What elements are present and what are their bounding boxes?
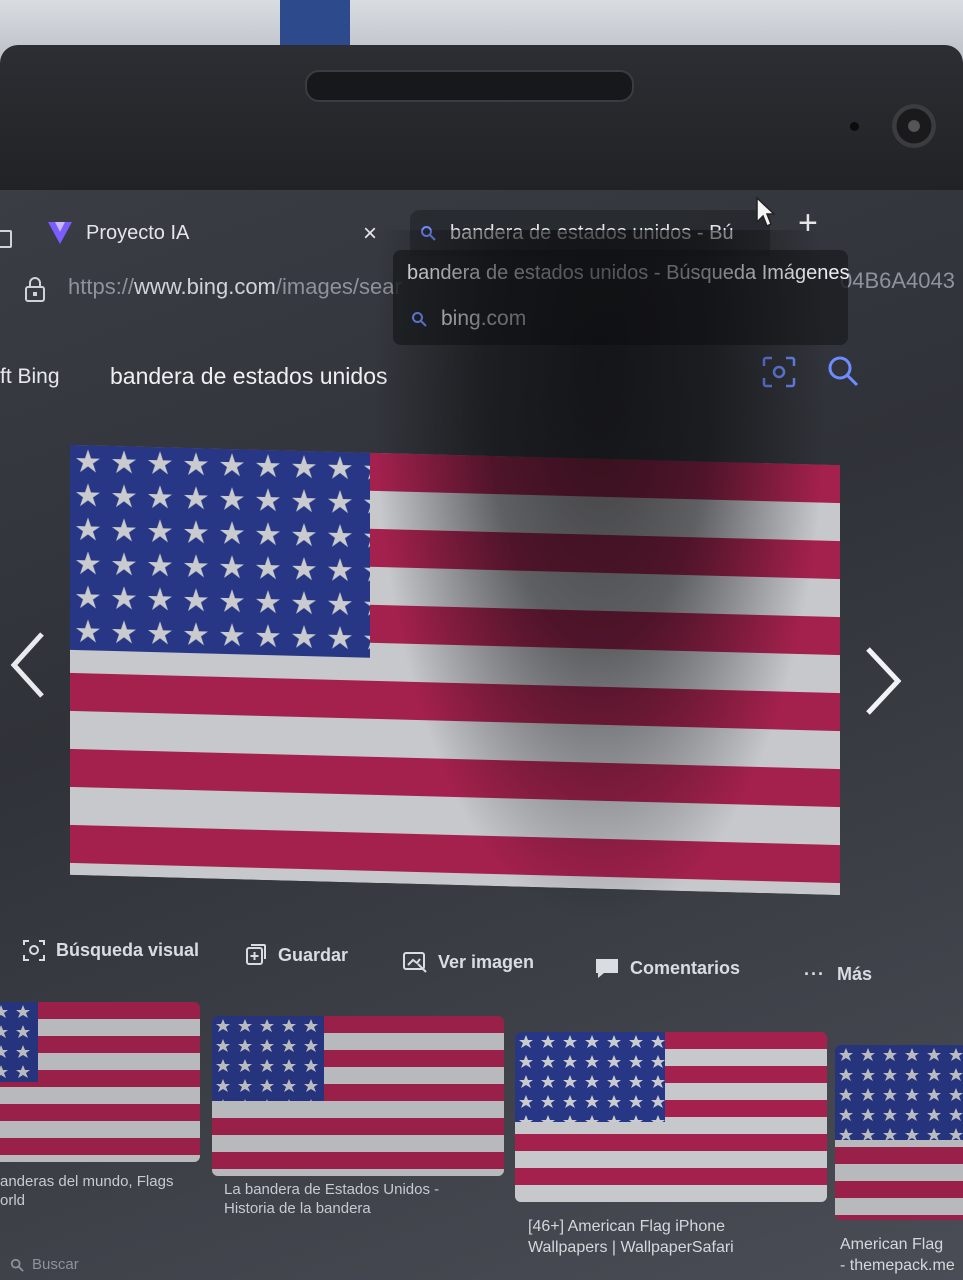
more-icon: ··· xyxy=(804,964,825,984)
visual-search-icon[interactable] xyxy=(762,356,796,388)
related-thumbnail[interactable] xyxy=(515,1032,827,1202)
action-label: Ver imagen xyxy=(438,951,535,972)
thumbnail-caption[interactable]: La bandera de Estados Unidos - Historia … xyxy=(224,1180,439,1218)
action-label: Búsqueda visual xyxy=(56,939,200,960)
search-icon xyxy=(421,226,436,241)
related-thumbnail[interactable] xyxy=(835,1045,963,1220)
hover-card-site: bing.com xyxy=(411,307,526,331)
action-label: Comentarios xyxy=(630,957,741,978)
url-tail: 04B6A4043 xyxy=(840,268,955,293)
tab-title: Proyecto IA xyxy=(86,221,190,244)
main-image-flag[interactable] xyxy=(70,444,840,896)
thumbnail-caption[interactable]: [46+] American Flag iPhone Wallpapers | … xyxy=(528,1216,734,1258)
visual-search-action[interactable]: Búsqueda visual xyxy=(22,938,199,962)
save-icon xyxy=(246,944,266,965)
laptop-bezel xyxy=(0,45,963,205)
view-image-icon xyxy=(403,952,427,973)
previous-image-arrow-icon[interactable] xyxy=(8,630,48,700)
image-action-bar: Búsqueda visual Guardar Ver imagen Comen… xyxy=(22,938,942,988)
lock-icon[interactable] xyxy=(22,275,48,303)
url-host: www.bing.com xyxy=(134,274,276,299)
thumbnail-image xyxy=(0,1002,200,1162)
view-image-action[interactable]: Ver imagen xyxy=(402,950,534,974)
tab-title: bandera de estados unidos - Bú xyxy=(450,221,734,244)
action-label: Guardar xyxy=(278,944,349,965)
hover-card-domain: bing.com xyxy=(441,307,527,330)
related-thumbnail[interactable] xyxy=(212,1016,504,1176)
flag-image xyxy=(70,444,840,896)
thumbnail-image xyxy=(212,1016,504,1176)
v-logo-icon xyxy=(48,222,72,244)
bing-logo[interactable]: ft Bing xyxy=(0,365,60,389)
webcam xyxy=(892,104,936,148)
cursor-icon xyxy=(756,196,775,228)
save-action[interactable]: Guardar xyxy=(244,943,348,967)
thumbnail-image xyxy=(835,1045,963,1220)
comments-action[interactable]: Comentarios xyxy=(594,956,740,980)
thumbnail-image xyxy=(515,1032,827,1202)
search-query-input[interactable]: bandera de estados unidos xyxy=(110,363,388,390)
tab-proyecto-ia[interactable]: Proyecto IA xyxy=(48,210,398,256)
hover-card-title: bandera de estados unidos - Búsqueda Imá… xyxy=(407,262,850,284)
more-action[interactable]: ··· Más xyxy=(804,964,872,985)
thumbnail-caption[interactable]: American Flag - themepack.me xyxy=(840,1234,955,1276)
address-bar[interactable]: https://www.bing.com/images/sear xyxy=(68,274,402,300)
browser-screen: Proyecto IA × bandera de estados unidos … xyxy=(0,190,963,1280)
close-tab-icon[interactable]: × xyxy=(363,220,377,248)
search-button[interactable] xyxy=(826,354,860,388)
tab-actions-icon[interactable] xyxy=(0,230,12,248)
laptop-speaker-grille xyxy=(305,70,634,102)
search-icon xyxy=(10,1258,24,1272)
visual-search-icon xyxy=(23,940,45,961)
url-scheme: https:// xyxy=(68,274,135,299)
related-thumbnail[interactable] xyxy=(0,1002,200,1162)
search-icon xyxy=(412,312,427,327)
thumbnail-caption[interactable]: anderas del mundo, Flags orld xyxy=(0,1172,173,1210)
comment-icon xyxy=(596,959,618,978)
taskbar-search[interactable]: Buscar xyxy=(10,1256,79,1273)
new-tab-button[interactable]: + xyxy=(798,204,818,243)
tab-hover-card: bandera de estados unidos - Búsqueda Imá… xyxy=(393,250,850,345)
next-image-arrow-icon[interactable] xyxy=(862,645,904,717)
action-label: Más xyxy=(836,964,872,984)
camera-indicator xyxy=(850,122,859,131)
url-path: /images/sear xyxy=(275,274,402,299)
